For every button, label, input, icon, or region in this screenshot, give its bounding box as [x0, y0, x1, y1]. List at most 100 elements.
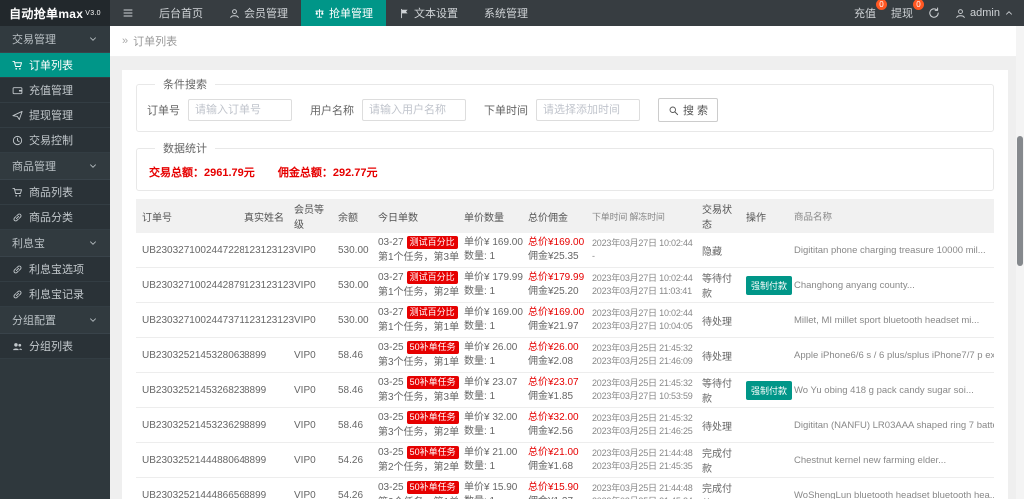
vip-level: VIP0: [294, 454, 316, 466]
order-number: UB2303271002447371: [142, 314, 244, 326]
scrollbar-track[interactable]: [1016, 26, 1024, 499]
sidebar-section-title[interactable]: 交易管理: [0, 26, 110, 53]
breadcrumb-separator: »: [122, 35, 129, 47]
sidebar-item[interactable]: 提现管理: [0, 103, 110, 128]
scrollbar-thumb[interactable]: [1017, 136, 1023, 266]
unit-price: 单价¥ 169.00: [464, 236, 523, 248]
table-row: UB2303252144488064 8899 VIP0 54.26 03-25…: [136, 443, 994, 478]
menu-toggle-icon[interactable]: [110, 0, 146, 26]
orders-table: 订单号 真实姓名 会员等级 余额 今日单数 单价数量 总价佣金 下单时间 解冻时间 交易状态 操作…: [136, 199, 994, 499]
topnav-item[interactable]: 后台首页: [146, 0, 216, 26]
task-info: 第1个任务，第3单: [378, 252, 460, 263]
unit-price-cell: 单价¥ 169.00 数量: 1: [464, 304, 528, 337]
sidebar-item[interactable]: 利息宝选项: [0, 257, 110, 282]
commission: 佣金¥25.35: [528, 251, 579, 262]
unit-price-cell: 单价¥ 23.07 数量: 1: [464, 374, 528, 407]
unit-price: 单价¥ 23.07: [464, 376, 518, 388]
balance: 530.00: [338, 314, 369, 326]
breadcrumb: » 订单列表: [110, 26, 1024, 57]
status-text: 待处理: [702, 421, 732, 433]
order-date: 03-27: [378, 272, 404, 283]
status-text: 等待付款: [702, 274, 732, 300]
today-orders-cell: 03-27 测试百分比 第1个任务，第1单: [378, 303, 464, 337]
sidebar-item[interactable]: 充值管理: [0, 78, 110, 103]
today-orders-cell: 03-2550补单任务 第2个任务，第1单: [378, 478, 464, 499]
force-pay-button[interactable]: 强制付款: [746, 275, 793, 295]
chevron-down-icon: [88, 238, 98, 248]
time-cell: 2023年03月25日 21:44:48 2023年03月25日 21:45:2…: [592, 480, 702, 499]
today-orders-cell: 03-25 50补单任务 第2个任务，第2单: [378, 443, 464, 477]
search-button[interactable]: 搜 索: [658, 98, 719, 122]
topnav-item[interactable]: 会员管理: [216, 0, 301, 26]
recharge-badge: 0: [876, 0, 888, 10]
task-info: 第2个任务，第2单: [378, 462, 460, 473]
sidebar-item[interactable]: 交易控制: [0, 128, 110, 153]
order-date: 03-25: [378, 377, 404, 388]
sidebar-item[interactable]: 商品列表: [0, 180, 110, 205]
sidebar-item[interactable]: 商品分类: [0, 205, 110, 230]
stats-legend: 数据统计: [163, 143, 207, 155]
unfreeze-time: 2023年03月25日 21:45:35: [592, 461, 693, 471]
task-badge: 50补单任务: [406, 446, 459, 460]
column-header: 单价数量: [464, 212, 504, 224]
vip-level: VIP0: [294, 279, 316, 291]
product-name: Chestnut kernel new farming elder...: [794, 454, 947, 466]
search-field-input[interactable]: [188, 99, 292, 121]
total-price: 总价¥23.07: [528, 376, 579, 388]
order-time: 2023年03月25日 21:45:32: [592, 377, 693, 388]
task-badge: 50补单任务: [406, 411, 459, 425]
withdraw-link[interactable]: 提现 0: [891, 0, 925, 21]
balance: 530.00: [338, 279, 369, 291]
vip-level: VIP0: [294, 489, 316, 499]
unfreeze-time: 2023年03月27日 11:03:41: [592, 286, 692, 296]
sidebar-item[interactable]: 订单列表: [0, 53, 110, 78]
total-price-cell: 总价¥21.00 佣金¥1.68: [528, 444, 592, 477]
sidebar-section-title[interactable]: 利息宝: [0, 230, 110, 257]
admin-username: admin: [970, 7, 1000, 19]
refresh-icon[interactable]: [928, 7, 940, 19]
search-field-input[interactable]: [362, 99, 466, 121]
today-orders-cell: 03-25 50补单任务 第3个任务，第2单: [378, 408, 464, 442]
time-cell: 2023年03月25日 21:45:32 2023年03月25日 21:46:0…: [592, 340, 702, 370]
table-row: UB2303252144486656 8899 VIP0 54.26 03-25…: [136, 478, 994, 499]
search-fields: 订单号 用户名称 下单时间: [147, 99, 640, 121]
recharge-label: 充值: [854, 8, 877, 20]
sidebar-menu: 交易管理 订单列表 充值管理 提现管理 交易控制 商品管理 商品列表 商品分类 利息宝利息宝选项…: [0, 26, 110, 359]
time-cell: 2023年03月25日 21:44:48 2023年03月25日 21:45:3…: [592, 445, 702, 475]
balance: 54.26: [338, 454, 364, 466]
admin-menu[interactable]: admin: [955, 7, 1014, 19]
search-field: 用户名称: [310, 99, 466, 121]
commission: 佣金¥2.56: [528, 426, 574, 437]
unit-price: 单价¥ 169.00: [464, 306, 523, 318]
sidebar-item-label: 利息宝选项: [29, 264, 84, 276]
sidebar-item[interactable]: 分组列表: [0, 334, 110, 359]
product-name: Changhong anyang county...: [794, 279, 915, 291]
topnav-item-label: 会员管理: [244, 8, 288, 20]
order-number: UB2303252145326823: [142, 384, 244, 396]
task-info: 第1个任务，第2单: [378, 287, 460, 298]
chevron-down-icon: [88, 161, 98, 171]
sidebar-section-title[interactable]: 商品管理: [0, 153, 110, 180]
sidebar-section-title[interactable]: 分组配置: [0, 307, 110, 334]
sidebar-item-label: 分组列表: [29, 341, 73, 353]
commission: 佣金¥1.68: [528, 461, 574, 472]
force-pay-button[interactable]: 强制付款: [746, 380, 793, 400]
column-header: 商品名称: [794, 212, 833, 223]
topnav-item[interactable]: 系统管理: [471, 0, 541, 26]
quantity: 数量: 1: [464, 495, 522, 499]
control-icon: [12, 135, 23, 146]
table-row: UB2303252145328063 8899 VIP0 58.46 03-25…: [136, 338, 994, 373]
recharge-link[interactable]: 充值 0: [854, 0, 888, 21]
column-header: 今日单数: [378, 212, 418, 224]
stats-fieldset: 数据统计 交易总额：2961.79元 佣金总额：292.77元: [136, 140, 994, 191]
table-row: UB2303252145326823 8899 VIP0 58.46 03-25…: [136, 373, 994, 408]
app-logo: 自动抢单max V3.0: [0, 0, 110, 26]
order-date: 03-25: [378, 412, 404, 423]
topnav-item[interactable]: 文本设置: [386, 0, 471, 26]
sidebar-item-label: 利息宝记录: [29, 289, 84, 301]
unit-price-cell: 单价¥ 179.99 数量: 1: [464, 269, 528, 302]
total-price-cell: 总价¥32.00 佣金¥2.56: [528, 409, 592, 442]
sidebar-item[interactable]: 利息宝记录: [0, 282, 110, 307]
search-field-input[interactable]: [536, 99, 640, 121]
topnav-item[interactable]: 抢单管理: [301, 0, 386, 26]
